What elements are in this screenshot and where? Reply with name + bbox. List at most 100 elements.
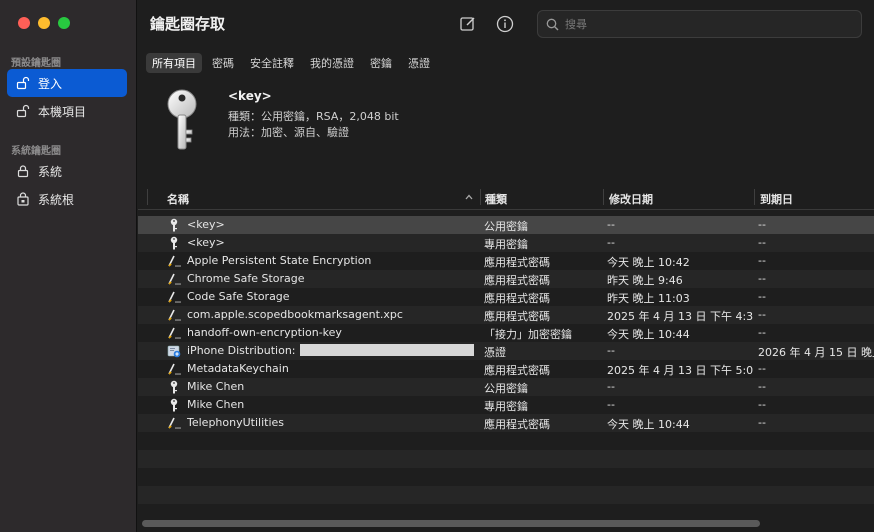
column-separator[interactable] [480,189,481,205]
row-expires: -- [758,326,766,339]
key-icon [167,218,181,232]
row-date-modified: 今天 晚上 10:42 [607,256,690,269]
key-icon [167,236,181,250]
row-kind: 憑證 [484,346,506,359]
column-header-date-modified[interactable]: 修改日期 [609,191,653,207]
tab-my-certificates[interactable]: 我的憑證 [304,53,360,73]
row-expires: -- [758,362,766,375]
row-date-modified: 今天 晚上 10:44 [607,418,690,431]
redacted-text [299,344,474,356]
row-kind: 應用程式密碼 [484,292,550,305]
sidebar-section-system: 系統鑰匙圈 [11,146,61,157]
row-date-modified: 2025 年 4 月 13 日 下午 4:36... [607,310,753,323]
sidebar-item-system[interactable]: 系統 [7,157,127,185]
empty-table-row [138,450,874,468]
minimize-window-button[interactable] [38,17,50,29]
row-kind: 專用密鑰 [484,400,528,413]
row-name-text: <key> [187,218,225,231]
unlocked-lock-icon [16,76,30,90]
table-row[interactable]: handoff-own-encryption-key 「接力」加密密鑰 今天 晚上 … [138,324,874,342]
empty-table-row [138,486,874,504]
table-row[interactable]: Mike Chen 公用密鑰 -- -- [138,378,874,396]
row-expires: -- [758,236,766,249]
tab-keys[interactable]: 密鑰 [364,53,398,73]
password-icon [167,362,181,376]
key-icon [167,398,181,412]
info-icon [496,15,514,33]
row-date-modified: -- [607,236,615,249]
table-row[interactable]: Apple Persistent State Encryption 應用程式密碼 今… [138,252,874,270]
row-date-modified: 今天 晚上 10:44 [607,328,690,341]
row-expires: -- [758,272,766,285]
row-name-text: TelephonyUtilities [187,416,285,429]
sidebar-item-label: 本機項目 [38,104,87,119]
row-date-modified: 2025 年 4 月 13 日 下午 5:06... [607,364,753,377]
table-row[interactable]: com.apple.scopedbookmarksagent.xpc 應用程式密碼… [138,306,874,324]
items-table: <key> 公用密鑰 -- -- <key> 專用密鑰 -- -- Apple Persiste… [138,216,874,514]
search-icon [546,18,559,30]
row-kind: 應用程式密碼 [484,256,550,269]
sidebar-item-label: 登入 [38,76,63,91]
empty-table-row [138,432,874,450]
table-row[interactable]: TelephonyUtilities 應用程式密碼 今天 晚上 10:44 -- [138,414,874,432]
column-header-expires[interactable]: 到期日 [760,191,793,207]
row-name-text: Mike Chen [187,398,245,411]
row-name: <key> [187,218,477,231]
row-date-modified: -- [607,398,615,411]
row-expires: -- [758,380,766,393]
row-date-modified: 昨天 晚上 9:46 [607,274,683,287]
large-key-icon [167,89,197,150]
column-separator[interactable] [603,189,604,205]
row-expires: -- [758,290,766,303]
column-header-kind[interactable]: 種類 [485,191,507,207]
search-field[interactable] [537,10,862,38]
table-row[interactable]: iPhone Distribution: 憑證 -- 2026 年 4 月 15 日 … [138,342,874,360]
password-icon [167,326,181,340]
column-header-name[interactable]: 名稱 [167,191,189,207]
row-kind: 應用程式密碼 [484,418,550,431]
row-name: MetadataKeychain [187,362,477,375]
row-date-modified: -- [607,380,615,393]
detail-item-name: <key> [228,89,272,103]
sidebar-item-login[interactable]: 登入 [7,69,127,97]
category-tabs: 所有項目 密碼 安全註釋 我的憑證 密鑰 憑證 [146,53,436,73]
main-pane: 鑰匙圈存取 所有項目 密碼 安全註釋 我的憑證 密鑰 憑證 [138,0,874,532]
table-row[interactable]: Code Safe Storage 應用程式密碼 昨天 晚上 11:03 -- [138,288,874,306]
zoom-window-button[interactable] [58,17,70,29]
tab-secure-notes[interactable]: 安全註釋 [244,53,300,73]
row-kind: 應用程式密碼 [484,310,550,323]
window-title: 鑰匙圈存取 [150,15,226,33]
row-kind: 公用密鑰 [484,382,528,395]
table-row[interactable]: <key> 專用密鑰 -- -- [138,234,874,252]
row-name-text: Mike Chen [187,380,245,393]
tab-passwords[interactable]: 密碼 [206,53,240,73]
table-row[interactable]: <key> 公用密鑰 -- -- [138,216,874,234]
key-icon [167,380,181,394]
tab-all-items[interactable]: 所有項目 [146,53,202,73]
table-row[interactable]: MetadataKeychain 應用程式密碼 2025 年 4 月 13 日 下午… [138,360,874,378]
row-name-text: Code Safe Storage [187,290,290,303]
new-item-button[interactable] [458,14,478,34]
row-name-text: Chrome Safe Storage [187,272,305,285]
row-name: com.apple.scopedbookmarksagent.xpc [187,308,477,321]
row-kind: 應用程式密碼 [484,364,550,377]
sidebar-item-system-roots[interactable]: 系統根 [7,185,127,213]
row-name: <key> [187,236,477,249]
sidebar-section-default: 預設鑰匙圈 [11,58,61,69]
table-row[interactable]: Mike Chen 專用密鑰 -- -- [138,396,874,414]
close-window-button[interactable] [18,17,30,29]
row-expires: -- [758,218,766,231]
info-button[interactable] [495,14,515,34]
empty-table-row [138,468,874,486]
row-name-text: iPhone Distribution: [187,344,296,357]
search-input[interactable] [565,17,845,31]
horizontal-scrollbar[interactable] [142,520,760,527]
unlocked-lock-icon [16,104,30,118]
row-name: Mike Chen [187,398,477,411]
row-name: Code Safe Storage [187,290,477,303]
password-icon [167,308,181,322]
column-separator[interactable] [754,189,755,205]
sidebar-item-local-items[interactable]: 本機項目 [7,97,127,125]
table-row[interactable]: Chrome Safe Storage 應用程式密碼 昨天 晚上 9:46 -- [138,270,874,288]
tab-certificates[interactable]: 憑證 [402,53,436,73]
